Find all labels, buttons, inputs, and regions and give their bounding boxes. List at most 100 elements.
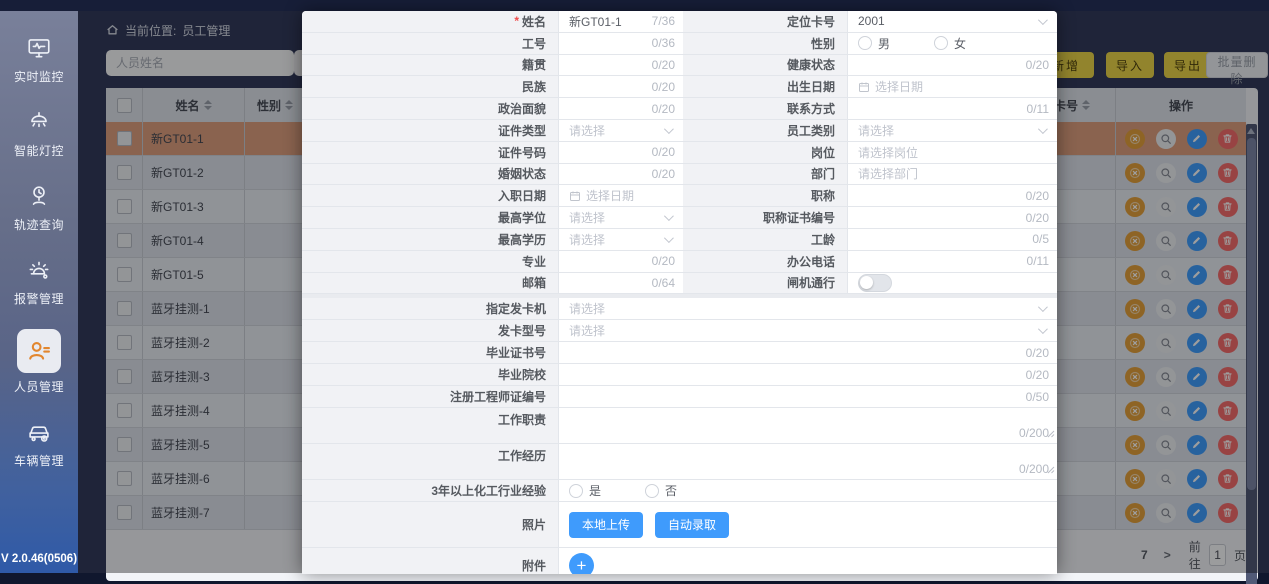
field-label: 发卡型号 — [498, 322, 546, 339]
chevron-down-icon — [1038, 15, 1048, 25]
char-counter: 0/50 — [1026, 390, 1049, 404]
field-select[interactable]: 2001 — [847, 11, 1057, 33]
field-input[interactable]: 0/20 — [558, 251, 683, 273]
select-placeholder: 请选择 — [569, 300, 605, 317]
field-input[interactable]: 0/11 — [847, 98, 1057, 120]
char-counter: 0/11 — [1027, 254, 1049, 268]
char-counter: 0/200 — [1019, 462, 1049, 476]
resize-grip-icon[interactable] — [1047, 427, 1055, 441]
sidebar-item-smart-light[interactable]: 智能灯控 — [14, 107, 64, 159]
field-input[interactable]: 0/20 — [558, 342, 1057, 364]
field-label-cell: 工作职责 — [302, 408, 558, 444]
form-row: 毕业证书号0/20 — [302, 342, 1057, 364]
field-label-cell: 工龄 — [683, 229, 847, 251]
radio-button[interactable] — [858, 36, 872, 50]
lamp-icon — [24, 107, 54, 137]
local-upload-button[interactable]: 本地上传 — [569, 512, 643, 538]
field-input[interactable]: 新GT01-17/36 — [558, 11, 683, 33]
field-label: 职称 — [811, 187, 835, 204]
field-label-cell: 工号 — [302, 33, 558, 55]
field-textarea[interactable]: 0/200 — [558, 408, 1057, 444]
field-label-cell: 入职日期 — [302, 185, 558, 207]
required-mark: * — [514, 14, 519, 28]
field-label: 最高学位 — [498, 209, 546, 226]
field-input[interactable]: 0/5 — [847, 229, 1057, 251]
sidebar-item-vehicle-manage[interactable]: 车辆管理 — [14, 417, 64, 469]
field-label-cell: 联系方式 — [683, 98, 847, 120]
field-label-cell: 籍贯 — [302, 55, 558, 77]
chevron-down-icon — [664, 124, 674, 134]
field-input[interactable]: 0/20 — [558, 98, 683, 120]
field-label: 工作经历 — [498, 447, 546, 464]
field-input[interactable]: 0/50 — [558, 386, 1057, 408]
field-label: 闸机通行 — [787, 274, 835, 291]
field-placeholder: 请选择部门 — [858, 165, 918, 182]
field-input[interactable]: 0/20 — [558, 142, 683, 164]
field-input[interactable]: 0/36 — [558, 33, 683, 55]
field-label: 工龄 — [811, 231, 835, 248]
field-label: 民族 — [522, 78, 546, 95]
char-counter: 0/64 — [652, 276, 675, 290]
form-row: 最高学历请选择工龄0/5 — [302, 229, 1057, 251]
field-label-cell: 专业 — [302, 251, 558, 273]
radio-button[interactable] — [569, 484, 583, 498]
field-label-cell: 闸机通行 — [683, 273, 847, 295]
form-row: 注册工程师证编号0/50 — [302, 386, 1057, 408]
field-input[interactable]: 0/20 — [558, 76, 683, 98]
char-counter: 0/20 — [652, 254, 675, 268]
car-gear-icon — [24, 417, 54, 447]
form-row: 政治面貌0/20联系方式0/11 — [302, 98, 1057, 120]
date-placeholder: 选择日期 — [875, 78, 923, 95]
field-date[interactable]: 选择日期 — [847, 76, 1057, 98]
form-row: 邮箱0/64闸机通行 — [302, 273, 1057, 295]
chevron-down-icon — [1038, 324, 1048, 334]
field-input[interactable]: 0/20 — [847, 185, 1057, 207]
field-label: 籍贯 — [522, 56, 546, 73]
field-select[interactable]: 请选择 — [847, 120, 1057, 142]
field-select[interactable]: 请选择 — [558, 207, 683, 229]
field-input[interactable]: 请选择岗位 — [847, 142, 1057, 164]
gate-pass-toggle[interactable] — [858, 274, 892, 292]
sidebar-item-alarm-manage[interactable]: 报警管理 — [14, 255, 64, 307]
field-input[interactable]: 0/64 — [558, 273, 683, 295]
field-select[interactable]: 请选择 — [558, 229, 683, 251]
field-textarea[interactable]: 0/200 — [558, 444, 1057, 480]
field-value: 新GT01-1 — [569, 13, 622, 30]
add-attachment-button[interactable]: + — [569, 553, 594, 574]
field-label: 职称证书编号 — [763, 209, 835, 226]
field-label-cell: 职称 — [683, 185, 847, 207]
char-counter: 0/20 — [1026, 189, 1049, 203]
field-input[interactable]: 0/20 — [558, 364, 1057, 386]
resize-grip-icon[interactable] — [1047, 463, 1055, 477]
chevron-down-icon — [664, 233, 674, 243]
sidebar-item-person-manage[interactable]: 人员管理 — [14, 329, 64, 395]
field-input[interactable]: 0/20 — [558, 164, 683, 186]
field-input[interactable]: 0/20 — [847, 55, 1057, 77]
field-input[interactable]: 请选择部门 — [847, 164, 1057, 186]
field-select[interactable]: 请选择 — [558, 298, 1057, 320]
field-input[interactable]: 0/20 — [847, 207, 1057, 229]
field-date[interactable]: 选择日期 — [558, 185, 683, 207]
radio-label: 是 — [589, 482, 601, 499]
select-placeholder: 请选择 — [569, 122, 605, 139]
sidebar-item-label: 实时监控 — [14, 68, 64, 85]
field-input[interactable]: 0/20 — [558, 55, 683, 77]
field-select[interactable]: 请选择 — [558, 320, 1057, 342]
field-input[interactable]: 0/11 — [847, 251, 1057, 273]
sidebar-item-realtime-monitor[interactable]: 实时监控 — [14, 33, 64, 85]
field-label: 入职日期 — [498, 187, 546, 204]
field-label-cell: 婚姻状态 — [302, 164, 558, 186]
radio-button[interactable] — [934, 36, 948, 50]
sidebar-item-track-query[interactable]: 轨迹查询 — [14, 181, 64, 233]
employee-edit-modal: *姓名新GT01-17/36定位卡号2001工号0/36性别男女籍贯0/20健康… — [302, 11, 1057, 574]
field-label: 毕业院校 — [498, 366, 546, 383]
field-select[interactable]: 请选择 — [558, 120, 683, 142]
auto-capture-button[interactable]: 自动录取 — [655, 512, 729, 538]
app-window: 实时监控 智能灯控 轨迹查询 — [0, 0, 1269, 584]
chevron-down-icon — [664, 211, 674, 221]
radio-button[interactable] — [645, 484, 659, 498]
field-radio: 是否 — [558, 480, 1057, 502]
sidebar-item-label: 报警管理 — [14, 290, 64, 307]
app-version: V 2.0.46(0506) — [1, 553, 77, 565]
field-label-cell: 照片 — [302, 502, 558, 548]
